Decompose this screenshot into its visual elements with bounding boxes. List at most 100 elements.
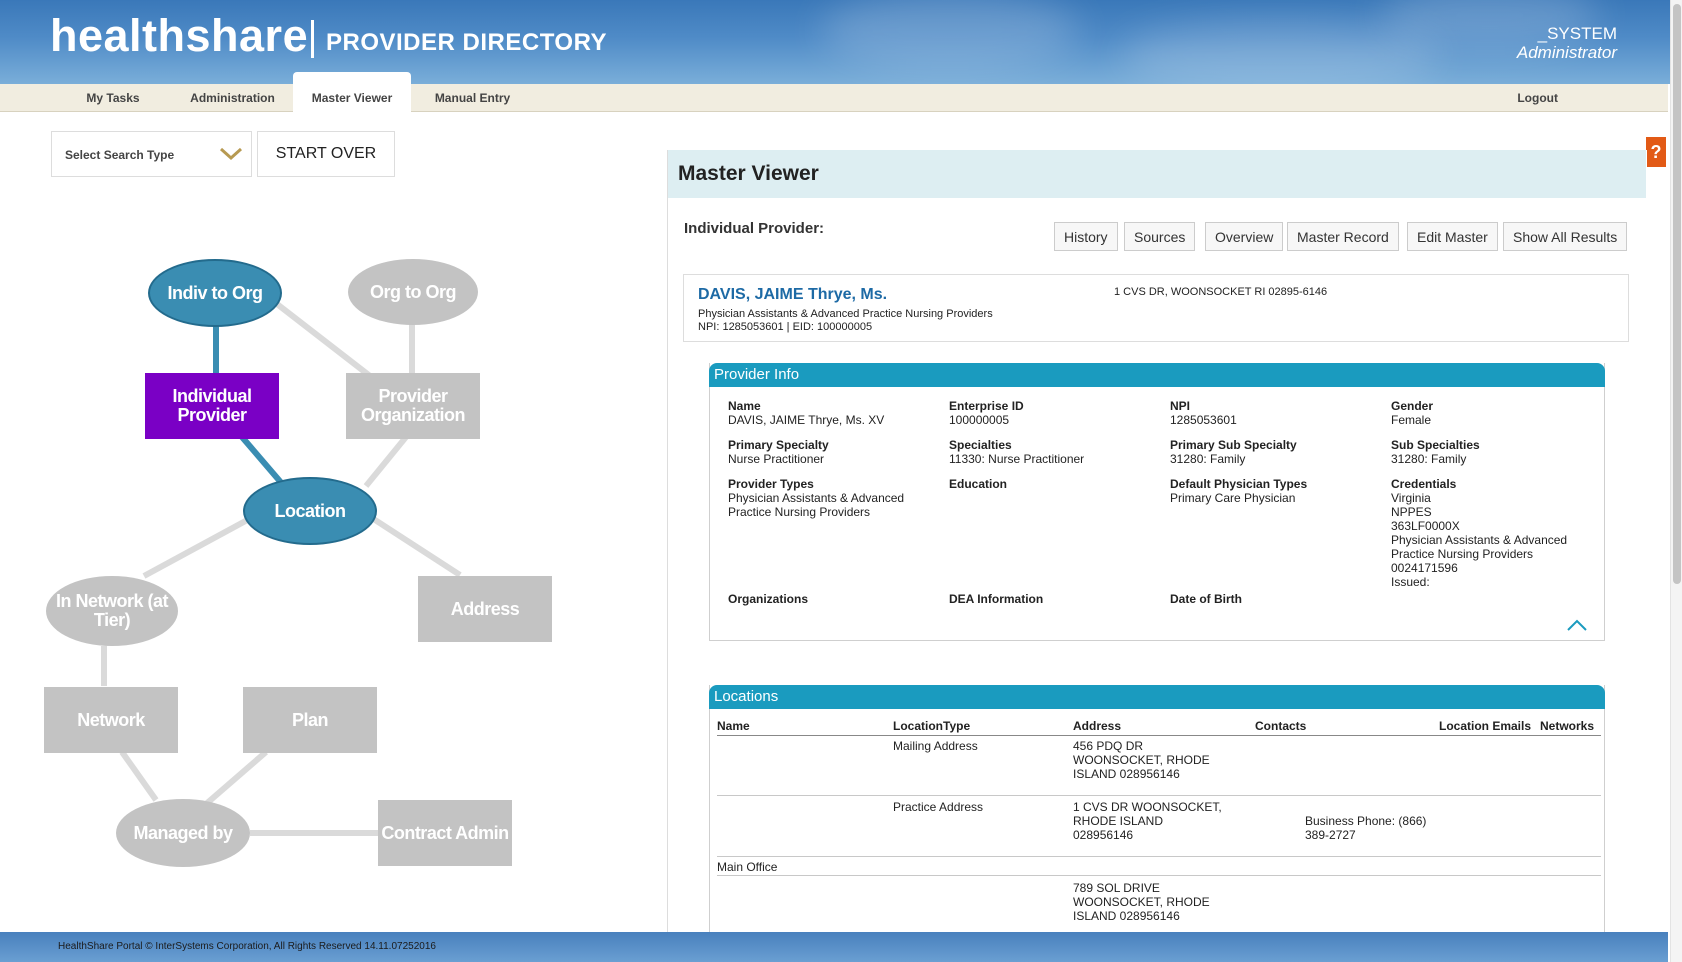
info-npi: NPI 1285053601 <box>1170 399 1380 427</box>
connector-network-managed-by <box>119 750 159 802</box>
node-managed-by[interactable]: Managed by <box>116 799 250 867</box>
info-credentials-label: Credentials <box>1391 477 1457 491</box>
chevron-down-icon <box>219 147 243 161</box>
page-scrollbar[interactable] <box>1670 0 1682 962</box>
info-gender: Gender Female <box>1391 399 1601 427</box>
panel-header: Master Viewer <box>668 150 1646 198</box>
info-specialties: Specialties 11330: Nurse Practitioner <box>949 438 1159 466</box>
info-provider-types-label: Provider Types <box>728 477 814 491</box>
main-nav: My Tasks Administration Master Viewer Ma… <box>0 72 1668 113</box>
info-specialties-label: Specialties <box>949 438 1012 452</box>
location-address-cell: 789 SOL DRIVE WOONSOCKET, RHODE ISLAND 0… <box>1073 881 1210 923</box>
info-provider-types-value: Physician Assistants & Advanced Practice… <box>728 491 905 519</box>
info-default-physician-types-value: Primary Care Physician <box>1170 491 1296 505</box>
node-network[interactable]: Network <box>44 687 178 753</box>
info-sub-specialties-value: 31280: Family <box>1391 452 1467 466</box>
user-info: _SYSTEM Administrator <box>1517 24 1617 62</box>
tab-my-tasks[interactable]: My Tasks <box>68 84 158 112</box>
app-subtitle: PROVIDER DIRECTORY <box>326 29 608 56</box>
provider-summary-card: DAVIS, JAIME Thrye, Ms. Physician Assist… <box>683 274 1629 342</box>
connector-provider-location <box>239 435 287 488</box>
edit-master-button[interactable]: Edit Master <box>1407 222 1498 251</box>
node-address[interactable]: Address <box>418 576 552 642</box>
credential-source: NPPES <box>1391 505 1432 519</box>
node-in-network[interactable]: In Network (at Tier) <box>46 576 178 646</box>
node-org-to-org[interactable]: Org to Org <box>348 259 478 325</box>
provider-name[interactable]: DAVIS, JAIME Thrye, Ms. <box>698 286 887 304</box>
node-contract-admin[interactable]: Contract Admin <box>378 800 512 866</box>
node-provider-organization[interactable]: Provider Organization <box>346 373 480 439</box>
info-name-label: Name <box>728 399 761 413</box>
info-primary-sub-specialty-label: Primary Sub Specialty <box>1170 438 1297 452</box>
info-primary-sub-specialty-value: 31280: Family <box>1170 452 1246 466</box>
col-name: Name <box>717 719 750 733</box>
overview-button[interactable]: Overview <box>1205 222 1284 251</box>
info-enterprise-id-value: 100000005 <box>949 413 1010 427</box>
row-divider <box>717 875 1601 876</box>
location-address-cell: 1 CVS DR WOONSOCKET, RHODE ISLAND 028956… <box>1073 800 1222 842</box>
row-divider <box>717 856 1601 857</box>
info-sub-specialties: Sub Specialties 31280: Family <box>1391 438 1601 466</box>
info-dob-label: Date of Birth <box>1170 592 1242 606</box>
scrollbar-thumb[interactable] <box>1673 4 1681 584</box>
start-over-button[interactable]: START OVER <box>257 131 395 177</box>
history-button[interactable]: History <box>1054 222 1118 251</box>
master-record-button[interactable]: Master Record <box>1287 222 1399 251</box>
credential-code: 363LF0000X <box>1391 519 1460 533</box>
node-individual-provider[interactable]: Individual Provider <box>145 373 279 439</box>
search-type-select[interactable]: Select Search Type <box>51 131 252 177</box>
connector-plan-managed-by <box>204 749 268 807</box>
sources-button[interactable]: Sources <box>1124 222 1196 251</box>
locations-section: Locations Name LocationType Address Cont… <box>709 685 1605 932</box>
tab-manual-entry[interactable]: Manual Entry <box>425 84 520 112</box>
credential-issued: Issued: <box>1391 575 1430 589</box>
app-footer: HealthShare Portal © InterSystems Corpor… <box>0 932 1668 962</box>
info-gender-label: Gender <box>1391 399 1434 413</box>
connector-organization-location <box>363 435 409 488</box>
info-primary-specialty: Primary Specialty Nurse Practitioner <box>728 438 938 466</box>
tab-administration[interactable]: Administration <box>180 84 285 112</box>
brand-logo: healthshare <box>50 10 309 61</box>
info-npi-value: 1285053601 <box>1170 413 1237 427</box>
chevron-up-icon[interactable] <box>1566 618 1588 632</box>
credential-type: Physician Assistants & Advanced Practice… <box>1391 533 1568 561</box>
show-all-results-button[interactable]: Show All Results <box>1503 222 1628 251</box>
info-dea-label: DEA Information <box>949 592 1044 606</box>
location-name-cell: Main Office <box>717 860 778 874</box>
node-location[interactable]: Location <box>243 477 377 545</box>
node-indiv-to-org[interactable]: Indiv to Org <box>148 259 282 327</box>
tab-master-viewer[interactable]: Master Viewer <box>293 72 411 113</box>
info-sub-specialties-label: Sub Specialties <box>1391 438 1480 452</box>
info-credentials: Credentials Virginia NPPES 363LF0000X Ph… <box>1391 477 1581 589</box>
provider-ids: NPI: 1285053601 | EID: 100000005 <box>698 321 873 333</box>
logout-link[interactable]: Logout <box>1517 84 1558 112</box>
info-education-label: Education <box>949 477 1008 491</box>
credential-number: 0024171596 <box>1391 561 1458 575</box>
location-contacts-cell: Business Phone: (866) 389-2727 <box>1305 814 1427 842</box>
info-organizations-label: Organizations <box>728 592 809 606</box>
info-enterprise-id-label: Enterprise ID <box>949 399 1024 413</box>
info-education: Education <box>949 477 1159 491</box>
node-plan[interactable]: Plan <box>243 687 377 753</box>
col-address: Address <box>1073 719 1122 733</box>
location-type-cell: Practice Address <box>893 800 984 814</box>
info-default-physician-types-label: Default Physician Types <box>1170 477 1308 491</box>
provider-address: 1 CVS DR, WOONSOCKET RI 02895-6146 <box>1114 286 1328 298</box>
col-location-type: LocationType <box>893 719 971 733</box>
location-type-cell: Mailing Address <box>893 739 978 753</box>
connector-location-address <box>370 515 462 578</box>
location-address-cell: 456 PDQ DR WOONSOCKET, RHODE ISLAND 0289… <box>1073 739 1210 781</box>
panel-title: Master Viewer <box>678 162 819 185</box>
provider-info-header: Provider Info <box>709 363 1605 387</box>
relationship-diagram: Indiv to Org Org to Org Individual Provi… <box>0 190 660 890</box>
provider-type: Physician Assistants & Advanced Practice… <box>698 308 993 320</box>
footer-copyright: HealthShare Portal © InterSystems Corpor… <box>58 941 436 952</box>
info-specialties-value: 11330: Nurse Practitioner <box>949 452 1085 466</box>
master-viewer-panel: Master Viewer Individual Provider: Histo… <box>667 150 1647 932</box>
user-role: Administrator <box>1516 43 1617 62</box>
info-gender-value: Female <box>1391 413 1432 427</box>
col-location-emails: Location Emails <box>1439 719 1532 733</box>
connector-indiv-to-org-organization <box>275 301 372 379</box>
table-header-rule <box>717 735 1601 736</box>
help-button[interactable]: ? <box>1646 137 1666 167</box>
